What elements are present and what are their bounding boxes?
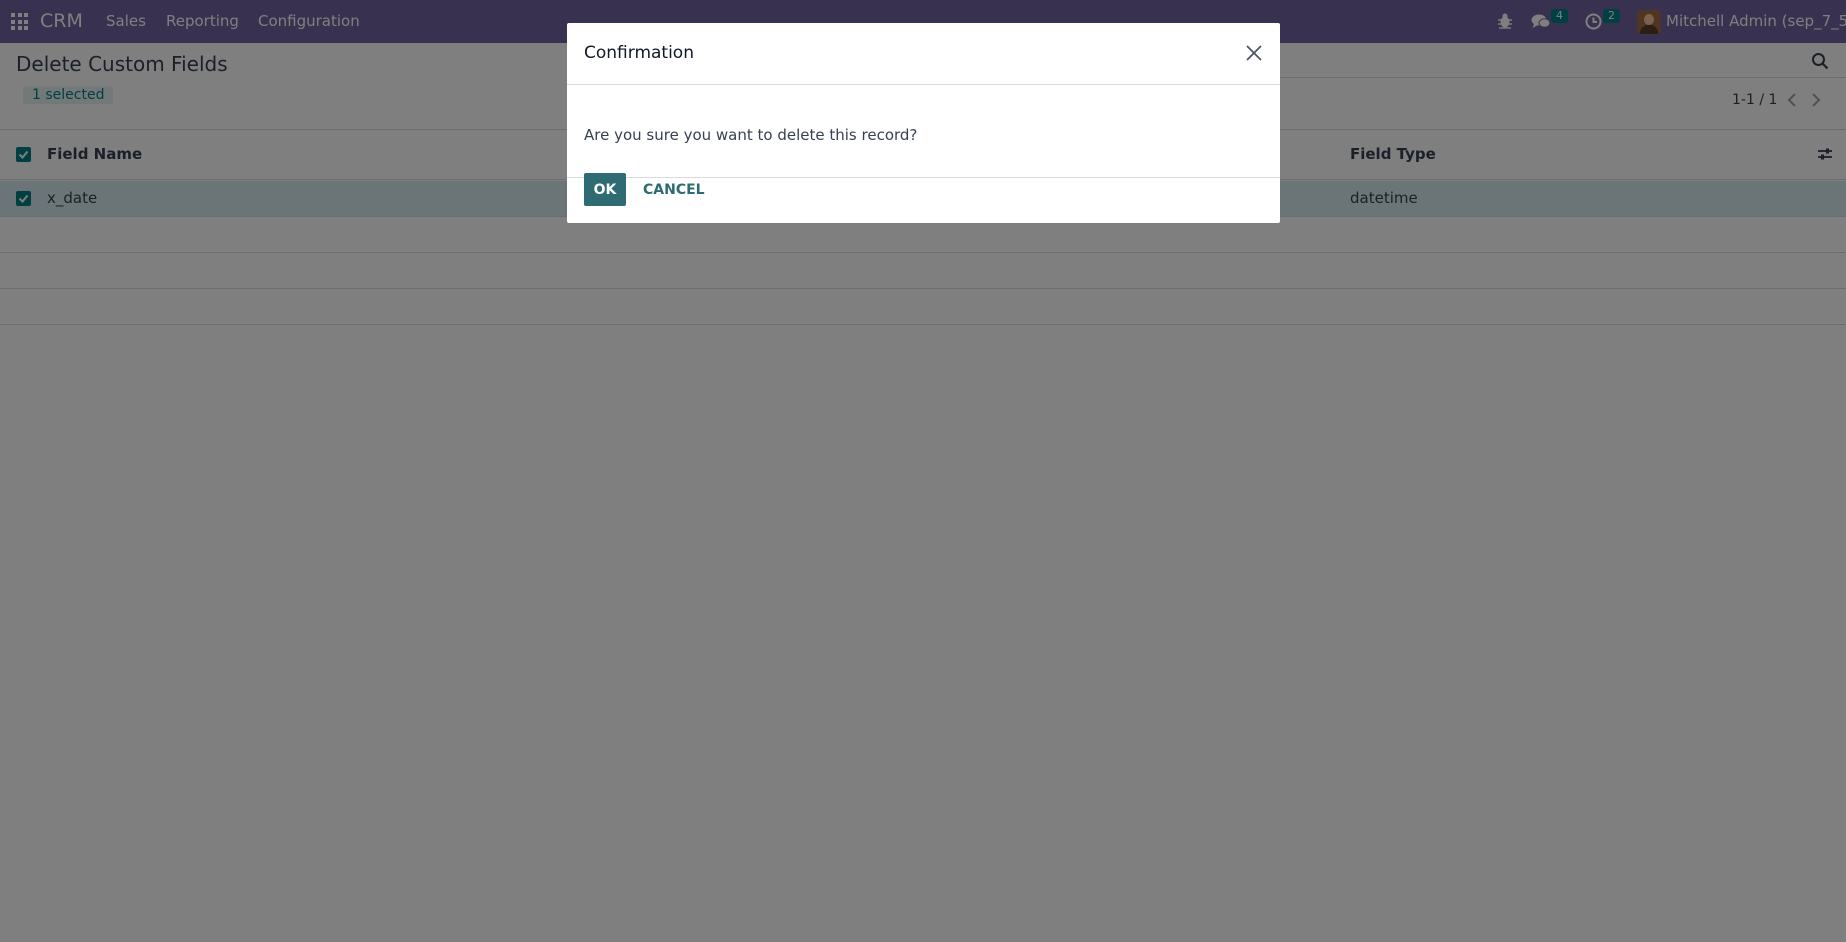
dialog-message: Are you sure you want to delete this rec…: [584, 126, 918, 144]
close-icon[interactable]: [1244, 43, 1264, 63]
confirmation-dialog: Confirmation Are you sure you want to de…: [567, 23, 1280, 223]
ok-button[interactable]: OK: [584, 173, 626, 206]
dialog-body: Are you sure you want to delete this rec…: [567, 85, 1280, 178]
dialog-header: Confirmation: [567, 23, 1280, 85]
cancel-button[interactable]: CANCEL: [639, 173, 709, 206]
dialog-title: Confirmation: [584, 43, 694, 63]
